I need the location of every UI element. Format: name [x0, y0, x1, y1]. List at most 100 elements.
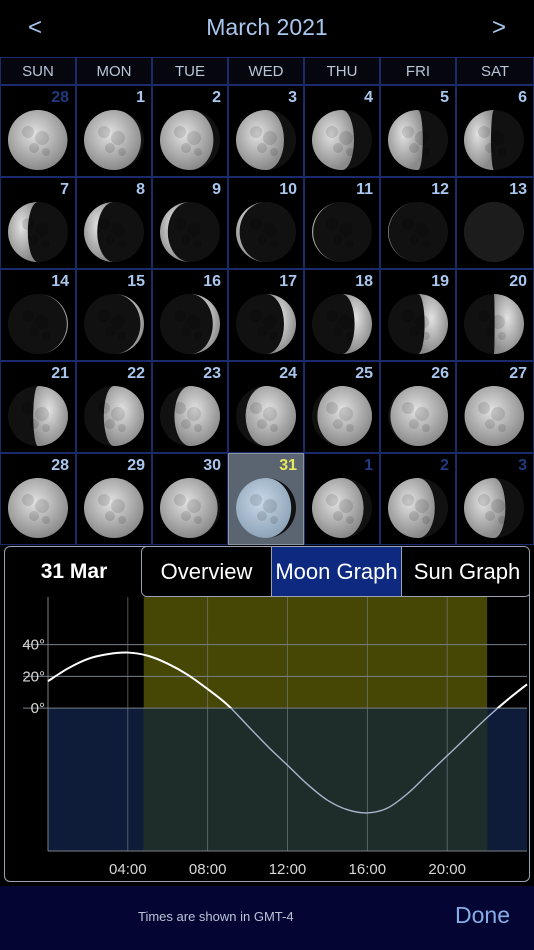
- header: < March 2021 >: [0, 0, 534, 57]
- day-number: 13: [509, 181, 527, 198]
- day-cell[interactable]: 3: [228, 85, 304, 177]
- day-cell-today[interactable]: 31: [228, 453, 304, 545]
- day-number: 19: [431, 273, 449, 290]
- day-cell[interactable]: 7: [0, 177, 76, 269]
- day-number: 8: [136, 181, 145, 198]
- weekday-tue: TUE: [152, 57, 228, 85]
- next-month-button[interactable]: >: [492, 14, 506, 42]
- day-number: 15: [127, 273, 145, 290]
- weekday-wed: WED: [228, 57, 304, 85]
- moon-phase-icon: [388, 386, 448, 446]
- x-tick-label: 04:00: [109, 861, 147, 878]
- moon-phase-icon: [236, 110, 296, 170]
- day-cell[interactable]: 8: [76, 177, 152, 269]
- tab-moon-graph[interactable]: Moon Graph: [272, 547, 402, 596]
- day-number: 4: [364, 89, 373, 106]
- day-cell[interactable]: 14: [0, 269, 76, 361]
- day-cell[interactable]: 3: [456, 453, 534, 545]
- day-cell[interactable]: 25: [304, 361, 380, 453]
- moon-phase-icon: [236, 294, 296, 354]
- day-cell[interactable]: 9: [152, 177, 228, 269]
- moon-phase-icon: [312, 294, 372, 354]
- day-number: 20: [509, 273, 527, 290]
- moon-phase-icon: [312, 202, 372, 262]
- day-cell[interactable]: 23: [152, 361, 228, 453]
- moon-phase-icon: [160, 386, 220, 446]
- tab-sun-graph[interactable]: Sun Graph: [402, 547, 529, 596]
- day-cell[interactable]: 17: [228, 269, 304, 361]
- moon-phase-icon: [388, 202, 448, 262]
- daylight-below-horizon: [143, 708, 488, 851]
- moon-phase-icon: [84, 294, 144, 354]
- day-cell[interactable]: 30: [152, 453, 228, 545]
- day-number: 25: [355, 365, 373, 382]
- day-cell[interactable]: 28: [0, 453, 76, 545]
- day-number: 22: [127, 365, 145, 382]
- day-number: 1: [364, 457, 373, 474]
- moon-phase-icon: [312, 478, 372, 538]
- day-cell[interactable]: 24: [228, 361, 304, 453]
- calendar-grid: 28 1 2 3 4 5 6 7 8 9 10 11 12 13 14 15 16 17 18 19 20 21 22 23 2…: [0, 85, 534, 545]
- day-cell[interactable]: 16: [152, 269, 228, 361]
- tab-overview[interactable]: Overview: [142, 547, 272, 596]
- day-number: 6: [518, 89, 527, 106]
- day-number: 18: [355, 273, 373, 290]
- day-cell[interactable]: 21: [0, 361, 76, 453]
- moon-phase-icon: [236, 478, 296, 538]
- y-tick-label: 0°: [31, 700, 45, 717]
- moon-phase-icon: [8, 294, 68, 354]
- day-cell[interactable]: 19: [380, 269, 456, 361]
- moon-phase-icon: [464, 202, 524, 262]
- weekday-sat: SAT: [456, 57, 534, 85]
- day-cell[interactable]: 2: [152, 85, 228, 177]
- day-cell[interactable]: 5: [380, 85, 456, 177]
- weekday-sun: SUN: [0, 57, 76, 85]
- day-number: 30: [203, 457, 221, 474]
- selected-date: 31 Mar: [40, 560, 108, 583]
- day-cell[interactable]: 22: [76, 361, 152, 453]
- day-cell[interactable]: 20: [456, 269, 534, 361]
- day-number: 3: [518, 457, 527, 474]
- day-number: 31: [279, 457, 297, 474]
- day-cell[interactable]: 15: [76, 269, 152, 361]
- moon-phase-icon: [236, 386, 296, 446]
- x-tick-label: 20:00: [428, 861, 466, 878]
- view-segmented-control: Overview Moon Graph Sun Graph: [141, 547, 529, 597]
- day-cell[interactable]: 1: [304, 453, 380, 545]
- day-cell[interactable]: 4: [304, 85, 380, 177]
- weekday-thu: THU: [304, 57, 380, 85]
- day-number: 7: [60, 181, 69, 198]
- month-title: March 2021: [206, 14, 328, 40]
- day-number: 1: [136, 89, 145, 106]
- timezone-note: Times are shown in GMT-4: [138, 909, 294, 924]
- day-cell[interactable]: 6: [456, 85, 534, 177]
- day-cell[interactable]: 28: [0, 85, 76, 177]
- x-tick-label: 12:00: [269, 861, 307, 878]
- day-cell[interactable]: 29: [76, 453, 152, 545]
- day-number: 10: [279, 181, 297, 198]
- day-number: 24: [279, 365, 297, 382]
- day-cell[interactable]: 26: [380, 361, 456, 453]
- done-button[interactable]: Done: [455, 902, 510, 929]
- day-cell[interactable]: 2: [380, 453, 456, 545]
- moon-phase-icon: [160, 478, 220, 538]
- day-number: 3: [288, 89, 297, 106]
- x-tick-label: 08:00: [189, 861, 227, 878]
- day-cell[interactable]: 1: [76, 85, 152, 177]
- day-cell[interactable]: 11: [304, 177, 380, 269]
- moon-phase-icon: [312, 386, 372, 446]
- moon-phase-icon: [84, 386, 144, 446]
- moon-phase-icon: [8, 478, 68, 538]
- day-cell[interactable]: 12: [380, 177, 456, 269]
- moon-phase-icon: [8, 386, 68, 446]
- day-number: 16: [203, 273, 221, 290]
- x-tick-label: 16:00: [349, 861, 387, 878]
- moon-phase-icon: [464, 478, 524, 538]
- moon-phase-icon: [160, 294, 220, 354]
- moon-phase-icon: [84, 202, 144, 262]
- day-cell[interactable]: 10: [228, 177, 304, 269]
- day-cell[interactable]: 13: [456, 177, 534, 269]
- day-number: 5: [440, 89, 449, 106]
- day-cell[interactable]: 27: [456, 361, 534, 453]
- day-cell[interactable]: 18: [304, 269, 380, 361]
